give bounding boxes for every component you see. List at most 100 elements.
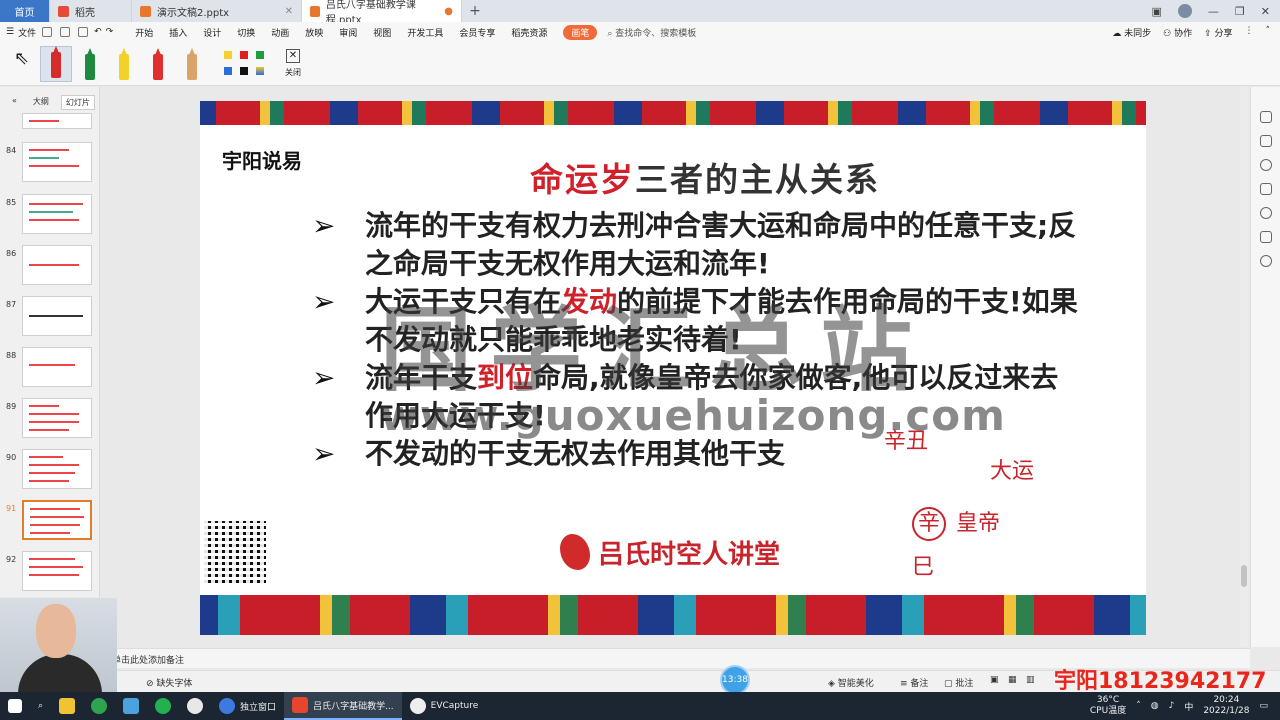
slide-thumb[interactable]: 86 xyxy=(6,245,94,289)
volume-icon[interactable]: ♪ xyxy=(1169,701,1175,711)
location-icon[interactable] xyxy=(1260,255,1272,267)
network-icon[interactable]: ◍ xyxy=(1151,701,1159,711)
swatch-green[interactable] xyxy=(256,51,264,59)
user-avatar[interactable] xyxy=(1177,4,1192,18)
slide-thumb[interactable]: 89 xyxy=(6,398,94,442)
highlighter-yellow-icon[interactable] xyxy=(119,54,129,80)
slide[interactable]: 宇阳说易 命运岁三者的主从关系 ➢ 流年的干支有权力去刑冲合害大运和命局中的任意… xyxy=(200,101,1146,635)
image-icon[interactable] xyxy=(1260,231,1272,243)
view-sorter-icon[interactable]: ▦ xyxy=(1008,675,1017,685)
more-icon[interactable]: ⋮ xyxy=(1245,26,1254,39)
tab-slides[interactable]: 幻灯片 xyxy=(60,95,95,110)
file-explorer-icon[interactable] xyxy=(59,698,76,714)
close-icon[interactable]: ✕ xyxy=(285,6,293,17)
close-window-icon[interactable]: ✕ xyxy=(1261,5,1270,18)
menu-view[interactable]: 视图 xyxy=(365,26,399,39)
restore-icon[interactable]: ❐ xyxy=(1235,5,1245,18)
share-button[interactable]: ⇪ 分享 xyxy=(1204,26,1232,39)
account-badge-icon[interactable]: ▣ xyxy=(1152,5,1162,18)
slide-thumb-selected[interactable]: 91 xyxy=(6,500,94,544)
slide-thumb[interactable]: 84 xyxy=(6,142,94,186)
view-normal-icon[interactable]: ▣ xyxy=(990,675,999,685)
vertical-scrollbar[interactable] xyxy=(1240,87,1248,647)
close-pen-icon[interactable]: ✕ xyxy=(286,49,300,63)
menu-transition[interactable]: 切换 xyxy=(229,26,263,39)
pen-red-icon[interactable] xyxy=(51,52,61,78)
tab-home-label: 首页 xyxy=(14,7,35,19)
app-icon[interactable] xyxy=(123,698,140,714)
new-tab-button[interactable]: + xyxy=(462,0,488,22)
menu-slideshow[interactable]: 放映 xyxy=(297,26,331,39)
swatch-blue[interactable] xyxy=(224,67,232,75)
swatch-red[interactable] xyxy=(240,51,248,59)
menu-insert[interactable]: 插入 xyxy=(161,26,195,39)
ime-icon[interactable]: 中 xyxy=(1184,700,1193,713)
menu-start[interactable]: 开始 xyxy=(127,26,161,39)
clock[interactable]: 20:24 2022/1/28 xyxy=(1203,695,1249,717)
slide-thumb[interactable]: 88 xyxy=(6,347,94,391)
highlighter-red-icon[interactable] xyxy=(153,54,163,80)
scrollbar-thumb[interactable] xyxy=(1241,565,1247,587)
wps-icon xyxy=(292,697,309,713)
menu-review[interactable]: 审阅 xyxy=(331,26,365,39)
pen-green-icon[interactable] xyxy=(85,54,95,80)
save-icon[interactable] xyxy=(42,27,53,37)
taskbar-item-wps[interactable]: 吕氏八字基础教学... xyxy=(284,692,402,720)
menu-animation[interactable]: 动画 xyxy=(263,26,297,39)
missing-font-button[interactable]: ⊘ 缺失字体 xyxy=(146,676,192,689)
menu-pen-pill[interactable]: 画笔 xyxy=(563,24,598,40)
print-icon[interactable] xyxy=(60,27,71,37)
swatch-yellow[interactable] xyxy=(224,51,232,59)
menu-design[interactable]: 设计 xyxy=(195,26,229,39)
collaborate-label: 协作 xyxy=(1174,28,1193,39)
view-reading-icon[interactable]: ▥ xyxy=(1026,675,1035,685)
slide-thumb[interactable]: 92 xyxy=(6,551,94,595)
copy-icon[interactable] xyxy=(1260,183,1272,195)
command-search[interactable]: ⌕ 查找命令、搜索模板 xyxy=(607,26,696,39)
pointer-arrow-icon[interactable]: ⇖ xyxy=(14,48,29,69)
wechat-icon[interactable] xyxy=(155,698,172,714)
smart-beautify-button[interactable]: ◈ 智能美化 xyxy=(828,676,874,689)
notes-button[interactable]: ≡ 备注 xyxy=(900,676,928,689)
tab-daoke[interactable]: 稻壳 xyxy=(50,0,132,22)
menu-file[interactable]: 文件 xyxy=(18,26,36,39)
redo-icon[interactable]: ↷ xyxy=(106,27,114,37)
tab-course[interactable]: 吕氏八字基础教学课程.pptx ● xyxy=(302,0,462,26)
slide-thumb[interactable]: 90 xyxy=(6,449,94,493)
recording-timer[interactable]: 13:38 xyxy=(720,665,750,695)
collapse-ribbon-icon[interactable]: ˄ xyxy=(1266,26,1271,39)
preview-icon[interactable] xyxy=(78,27,89,37)
notification-icon[interactable]: ▭ xyxy=(1259,701,1268,711)
star-icon[interactable] xyxy=(1260,159,1272,171)
undo-icon[interactable]: ↶ xyxy=(94,27,102,37)
browser-icon[interactable] xyxy=(91,698,108,714)
menu-developer[interactable]: 开发工具 xyxy=(399,26,451,39)
hamburger-icon[interactable]: ☰ xyxy=(6,27,14,37)
taskbar-item-evcapture[interactable]: EVCapture xyxy=(402,692,487,720)
settings-sliders-icon[interactable] xyxy=(1260,135,1272,147)
eraser-icon[interactable] xyxy=(187,54,197,80)
qq-icon[interactable] xyxy=(187,698,204,714)
taskbar-item-label: 独立窗口 xyxy=(240,702,277,713)
minimize-icon[interactable]: — xyxy=(1208,5,1219,18)
taskbar-item-window[interactable]: 独立窗口 xyxy=(211,692,284,720)
help-icon[interactable] xyxy=(1260,207,1272,219)
tray-chevron-icon[interactable]: ˄ xyxy=(1136,701,1141,711)
collapse-panel-icon[interactable]: « xyxy=(8,95,21,110)
cpu-temp[interactable]: 36°C CPU温度 xyxy=(1090,695,1126,717)
tab-outline[interactable]: 大纲 xyxy=(29,95,53,110)
collaborate-button[interactable]: ⚇ 协作 xyxy=(1163,26,1192,39)
swatch-more[interactable] xyxy=(256,67,264,75)
search-icon[interactable]: ⌕ xyxy=(38,701,43,711)
format-icon[interactable] xyxy=(1260,111,1272,123)
tab-home[interactable]: 首页 xyxy=(0,0,50,22)
swatch-black[interactable] xyxy=(240,67,248,75)
slide-thumb[interactable]: 85 xyxy=(6,194,94,238)
windows-start-icon[interactable] xyxy=(8,699,22,713)
menu-daoke-resources[interactable]: 稻壳资源 xyxy=(503,26,555,39)
slide-thumb[interactable]: 87 xyxy=(6,296,94,340)
comment-button[interactable]: ▢ 批注 xyxy=(944,676,973,689)
tab-presentation2[interactable]: 演示文稿2.pptx ✕ xyxy=(132,0,302,22)
sync-status[interactable]: ☁ 未同步 xyxy=(1112,26,1151,39)
menu-member[interactable]: 会员专享 xyxy=(451,26,503,39)
